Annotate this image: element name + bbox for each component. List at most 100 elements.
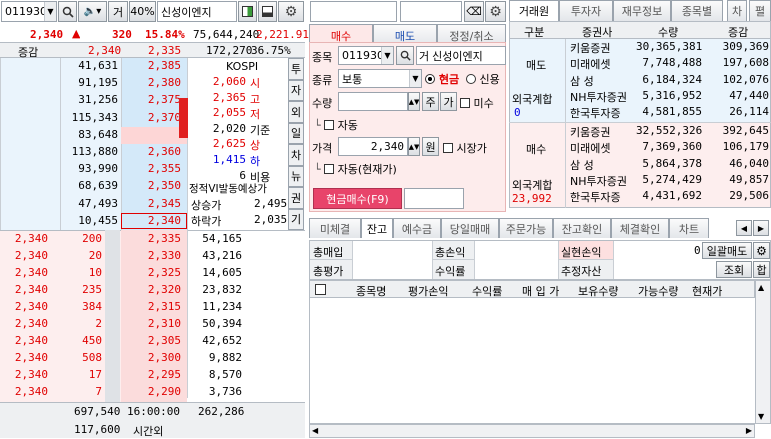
order-settings-button[interactable]: ⚙ xyxy=(485,1,506,22)
bid-fill-price: 2,340 xyxy=(14,334,48,347)
tab-chart-short[interactable]: 차 xyxy=(727,0,747,21)
eraser-button[interactable]: ⌫ xyxy=(464,1,484,22)
order-name-field[interactable]: 거 신성이엔지 xyxy=(416,46,506,65)
qty-stepper[interactable]: ▲▼ xyxy=(408,92,420,111)
balance-tab[interactable]: 잔고확인 xyxy=(553,218,611,238)
submit-extra-field[interactable] xyxy=(404,188,464,209)
price-input[interactable]: 2,340 xyxy=(338,137,408,156)
balance-tab[interactable]: 미체결 xyxy=(309,218,361,238)
ratio-button[interactable]: 40% xyxy=(129,1,156,22)
bid-scrollbar[interactable] xyxy=(105,230,120,402)
sum-button[interactable]: 합 xyxy=(753,261,770,278)
qty-share-button[interactable]: 주 xyxy=(422,92,439,111)
balance-col: 평가손익 xyxy=(408,285,449,298)
middle-field-2[interactable] xyxy=(400,1,462,22)
auto-qty-checkbox[interactable]: └ 자동 xyxy=(314,117,358,133)
tab-scroll-right[interactable]: ▶ xyxy=(753,220,769,236)
balance-tab[interactable]: 잔고 xyxy=(361,218,393,238)
order-code-select[interactable]: 011930 ▼ xyxy=(338,46,394,65)
scroll-up-icon[interactable]: ▲ xyxy=(758,283,764,292)
broker-qty: 5,274,429 xyxy=(642,172,702,186)
side-tab[interactable]: 일 xyxy=(288,122,304,144)
balance-tab[interactable]: 체결확인 xyxy=(611,218,669,238)
select-all-checkbox[interactable] xyxy=(315,284,326,295)
side-tab[interactable]: 권 xyxy=(288,187,304,209)
cash-buy-button[interactable]: 현금매수(F9) xyxy=(313,188,402,209)
ask-price[interactable]: 2,375 xyxy=(121,93,181,106)
bid-price[interactable]: 2,320 xyxy=(121,283,181,296)
cash-radio[interactable]: 현금 xyxy=(425,71,459,87)
scroll-down-icon[interactable]: ▼ xyxy=(758,412,764,421)
middle-field-1[interactable] xyxy=(310,1,397,22)
ask-price[interactable]: 2,385 xyxy=(121,59,181,72)
info-label: 하 xyxy=(250,155,261,168)
bid-price[interactable]: 2,290 xyxy=(121,385,181,398)
bid-fill-price: 2,340 xyxy=(14,266,48,279)
ask-price[interactable]: 2,360 xyxy=(121,145,181,158)
order-type-select[interactable]: 보통 ▼ xyxy=(338,69,422,88)
broker-change: 49,857 xyxy=(729,172,769,186)
auto-price-checkbox[interactable]: └ 자동(현재가) xyxy=(314,161,397,177)
tree-branch-icon: └ xyxy=(314,119,321,132)
market-price-checkbox[interactable]: 시장가 xyxy=(443,140,487,156)
bid-price[interactable]: 2,305 xyxy=(121,334,181,347)
scroll-left-icon[interactable]: ◀ xyxy=(312,426,318,435)
price-stepper[interactable]: ▲▼ xyxy=(408,137,420,156)
balance-tab[interactable]: 당일매매 xyxy=(441,218,499,238)
credit-radio[interactable]: 신용 xyxy=(466,71,500,87)
bid-price[interactable]: 2,310 xyxy=(121,317,181,330)
ask-qty: 10,455 xyxy=(78,213,118,227)
side-tab[interactable]: 자 xyxy=(288,79,304,101)
bid-price[interactable]: 2,330 xyxy=(121,249,181,262)
price-label: 가격 xyxy=(312,142,333,155)
broker-qty: 6,184,324 xyxy=(642,72,702,86)
bid-price[interactable]: 2,315 xyxy=(121,300,181,313)
sound-button[interactable]: 🔈▾ xyxy=(78,1,107,22)
side-tab[interactable]: 외 xyxy=(288,101,304,123)
layout-button-2[interactable] xyxy=(258,1,277,22)
tab-investor[interactable]: 투자자 xyxy=(559,0,613,21)
trade-gear-button[interactable]: 거 xyxy=(108,1,128,22)
bid-price[interactable]: 2,325 xyxy=(121,266,181,279)
query-button[interactable]: 조회 xyxy=(716,261,752,278)
stock-name-field[interactable]: 신성이엔지 xyxy=(157,1,237,22)
settings-button[interactable]: ⚙ xyxy=(278,1,304,22)
layout-button-1[interactable] xyxy=(238,1,257,22)
bid-fill-qty: 10 xyxy=(88,266,102,279)
tab-financial[interactable]: 재무정보 xyxy=(613,0,671,21)
bid-qty: 9,882 xyxy=(208,351,242,364)
tab-by-stock[interactable]: 종목별 xyxy=(671,0,723,21)
balance-table-body[interactable] xyxy=(309,298,755,424)
tab-scroll-left[interactable]: ◀ xyxy=(736,220,752,236)
bid-price[interactable]: 2,335 xyxy=(121,232,181,245)
balance-vscroll[interactable]: ▲ ▼ xyxy=(755,280,771,424)
balance-tab[interactable]: 차트 xyxy=(669,218,709,238)
ask-price[interactable]: 2,380 xyxy=(121,76,181,89)
ask-price[interactable]: 2,345 xyxy=(121,197,181,210)
ask-price[interactable]: 2,370 xyxy=(121,111,181,124)
bid-price[interactable]: 2,300 xyxy=(121,351,181,364)
scroll-right-icon[interactable]: ▶ xyxy=(746,426,752,435)
balance-settings-button[interactable]: ⚙ xyxy=(753,242,770,259)
order-search-button[interactable] xyxy=(396,46,414,65)
unfilled-checkbox[interactable]: 미수 xyxy=(460,95,494,111)
ask-price[interactable]: 2,355 xyxy=(121,162,181,175)
won-button[interactable]: 원 xyxy=(422,137,439,156)
side-tab[interactable]: 뉴 xyxy=(288,165,304,187)
tab-expand[interactable]: 펼 xyxy=(749,0,771,21)
qty-input[interactable] xyxy=(338,92,408,111)
stock-code-select[interactable]: 011930 ▼ xyxy=(1,1,57,22)
tab-broker[interactable]: 거래원 xyxy=(509,0,559,21)
balance-tab[interactable]: 주문가능 xyxy=(499,218,553,238)
search-button[interactable] xyxy=(58,1,77,22)
side-tab[interactable]: 기 xyxy=(288,208,304,230)
qty-available-button[interactable]: 가 xyxy=(440,92,457,111)
side-tab[interactable]: 차 xyxy=(288,144,304,166)
side-tab[interactable]: 투 xyxy=(288,58,304,80)
bulk-sell-button[interactable]: 일괄매도 xyxy=(702,242,752,259)
balance-hscroll[interactable]: ◀ ▶ xyxy=(309,424,755,438)
bid-price[interactable]: 2,295 xyxy=(121,368,181,381)
broker-change: 102,076 xyxy=(722,72,769,86)
ask-price[interactable]: 2,350 xyxy=(121,179,181,192)
balance-tab[interactable]: 예수금 xyxy=(393,218,441,238)
